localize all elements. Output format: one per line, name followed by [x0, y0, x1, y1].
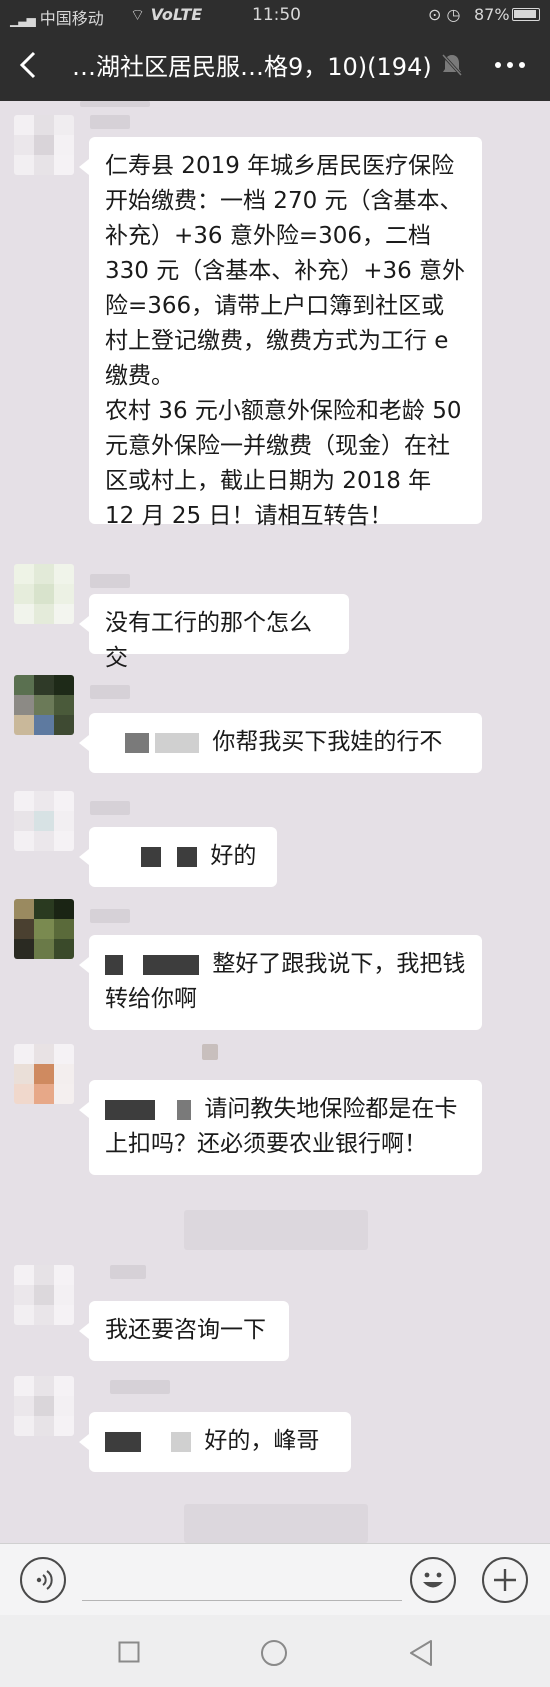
message-bubble[interactable]: 好的，峰哥	[79, 1412, 351, 1472]
redacted-name	[141, 846, 161, 867]
avatar[interactable]	[14, 564, 74, 624]
message-text: 农村 36 元小额意外保险和老龄 50 元意外保险一并缴费（现金）在社区或村上，…	[105, 398, 462, 529]
message-text: 好的	[210, 843, 257, 869]
message-input[interactable]	[82, 1600, 402, 1601]
status-bar: ▁▃▅ 中国移动 ⌔ VoLTE 11:50 ⊙ ◷ 87%	[0, 0, 550, 30]
avatar[interactable]	[14, 115, 74, 175]
message-bubble[interactable]: 请问教失地保险都是在卡上扣吗？还必须要农业银行啊！	[79, 1080, 482, 1175]
message-text: 你帮我买下我娃的行不	[212, 729, 443, 755]
circle-icon[interactable]	[260, 1639, 288, 1667]
redacted-name	[105, 954, 123, 975]
avatar[interactable]	[14, 675, 74, 735]
message-bubble[interactable]: 我还要咨询一下	[79, 1301, 289, 1361]
redacted-name	[105, 1099, 155, 1120]
battery-percent: 87%	[474, 5, 510, 24]
redacted-name	[143, 954, 199, 975]
voice-icon[interactable]	[20, 1557, 66, 1603]
message-text: 好的，峰哥	[204, 1428, 320, 1454]
message-bubble[interactable]: 没有工行的那个怎么交	[79, 594, 349, 671]
message-text: 没有工行的那个怎么交	[105, 610, 312, 671]
redacted-name	[177, 846, 197, 867]
message-bubble[interactable]: 好的	[79, 827, 277, 887]
more-options-icon[interactable]	[490, 52, 530, 78]
system-nav-bar	[0, 1615, 550, 1687]
avatar[interactable]	[14, 1265, 74, 1325]
clock: 11:50	[252, 5, 301, 25]
triangle-back-icon[interactable]	[408, 1639, 434, 1667]
system-notice	[184, 1210, 368, 1250]
redacted-name	[155, 732, 199, 753]
redacted-name	[125, 732, 149, 753]
battery-icon	[512, 8, 540, 21]
redacted-name	[171, 1431, 191, 1452]
emoji-icon[interactable]	[410, 1557, 456, 1603]
back-arrow-icon[interactable]	[14, 48, 44, 82]
message-bubble[interactable]: 仁寿县 2019 年城乡居民医疗保险开始缴费：一档 270 元（含基本、补充）+…	[79, 137, 482, 529]
redacted-name	[177, 1099, 191, 1120]
message-text: 请问教失地保险都是在卡上扣吗？还必须要农业银行啊！	[105, 1096, 458, 1157]
avatar[interactable]	[14, 1044, 74, 1104]
avatar[interactable]	[14, 791, 74, 851]
chat-title: …湖社区居民服…格9，10)(194)	[72, 53, 432, 81]
plus-icon[interactable]	[482, 1557, 528, 1603]
message-text: 仁寿县 2019 年城乡居民医疗保险开始缴费：一档 270 元（含基本、补充）+…	[105, 153, 466, 389]
avatar[interactable]	[14, 899, 74, 959]
message-list[interactable]: 仁寿县 2019 年城乡居民医疗保险开始缴费：一档 270 元（含基本、补充）+…	[0, 101, 550, 1543]
system-notice	[184, 1504, 368, 1543]
message-bubble[interactable]: 你帮我买下我娃的行不	[79, 713, 482, 773]
lock-alarm-icons: ⊙ ◷	[428, 5, 461, 24]
message-bubble[interactable]: 整好了跟我说下，我把钱转给你啊	[79, 935, 482, 1030]
network-label: ⌔ VoLTE	[130, 5, 203, 24]
avatar[interactable]	[14, 1376, 74, 1436]
carrier-label: ▁▃▅ 中国移动	[10, 9, 104, 28]
mute-bell-icon	[441, 53, 463, 77]
redacted-name	[105, 1431, 141, 1452]
chat-header: …湖社区居民服…格9，10)(194)	[0, 30, 550, 101]
message-text: 我还要咨询一下	[105, 1317, 266, 1343]
input-bar	[0, 1543, 550, 1616]
square-icon[interactable]	[118, 1641, 140, 1663]
